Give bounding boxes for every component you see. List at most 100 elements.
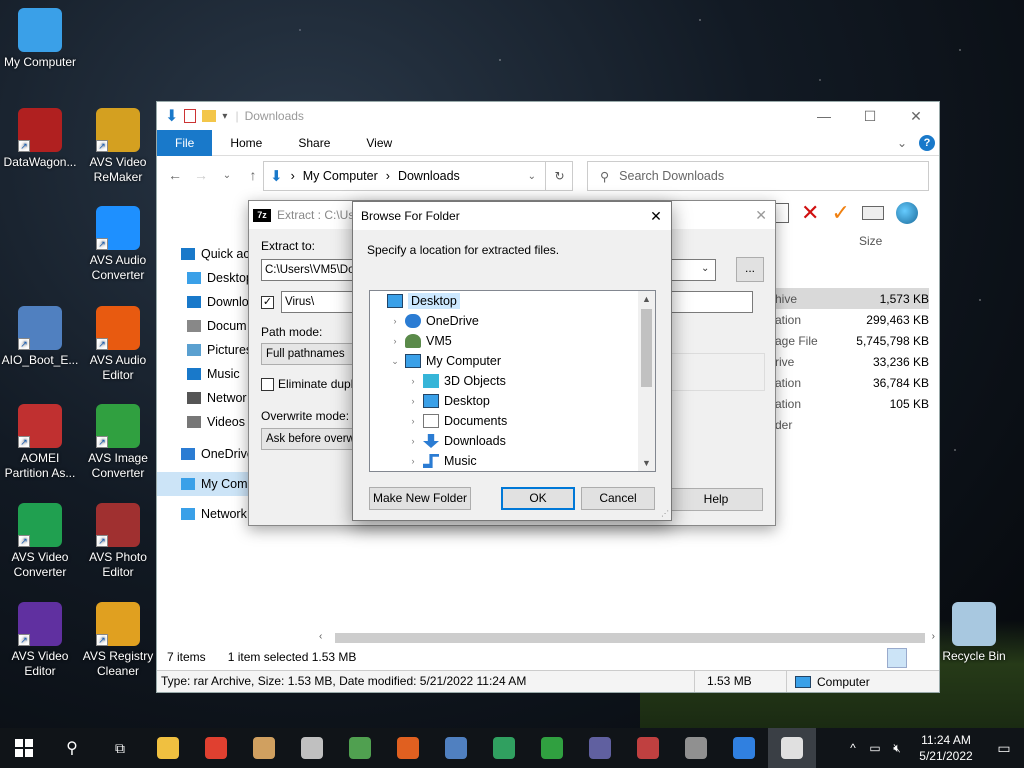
- tree-item[interactable]: › VM5: [370, 331, 638, 351]
- scroll-down-icon[interactable]: ▼: [638, 455, 655, 471]
- table-row[interactable]: ation 105 KB: [767, 393, 929, 414]
- nav-item[interactable]: Downlo: [157, 290, 257, 314]
- taskbar-app[interactable]: [336, 728, 384, 768]
- help-button[interactable]: Help: [669, 488, 763, 511]
- desktop-icon[interactable]: ↗ AOMEI Partition As...: [0, 404, 80, 481]
- column-header-size[interactable]: Size: [859, 234, 882, 248]
- table-row[interactable]: ation 36,784 KB: [767, 372, 929, 393]
- tree-item[interactable]: › Downloads: [370, 431, 638, 451]
- scroll-up-icon[interactable]: ▲: [638, 291, 655, 307]
- nav-item[interactable]: Videos: [157, 410, 257, 434]
- globe-icon[interactable]: [895, 202, 918, 224]
- desktop-icon[interactable]: ↗ AVS Registry Cleaner: [78, 602, 158, 679]
- taskbar-app[interactable]: [144, 728, 192, 768]
- address-root[interactable]: My Computer: [303, 169, 378, 183]
- address-dropdown-icon[interactable]: ⌄: [528, 171, 536, 182]
- nav-item[interactable]: Network: [157, 502, 257, 526]
- tree-expand-icon[interactable]: ›: [408, 416, 418, 426]
- scroll-left-icon[interactable]: ‹: [319, 631, 322, 642]
- expand-ribbon-icon[interactable]: ⌄: [897, 136, 907, 150]
- tray-overflow-icon[interactable]: ^: [842, 741, 864, 755]
- eliminate-duplicates-checkbox[interactable]: [261, 378, 274, 391]
- desktop-icon[interactable]: ↗ AVS Audio Converter: [78, 206, 158, 283]
- details-view-icon[interactable]: [887, 648, 907, 668]
- back-icon[interactable]: ←: [167, 167, 183, 183]
- address-current[interactable]: Downloads: [398, 169, 460, 183]
- minimize-icon[interactable]: —: [801, 102, 847, 130]
- forward-icon[interactable]: →: [193, 167, 209, 183]
- extract-browse-button[interactable]: ...: [736, 257, 764, 282]
- task-view-icon[interactable]: ⧉: [96, 728, 144, 768]
- scrollbar-thumb[interactable]: [335, 633, 925, 643]
- tree-item[interactable]: › Music: [370, 451, 638, 471]
- tree-vertical-scrollbar[interactable]: ▲ ▼: [638, 291, 655, 471]
- search-input[interactable]: ⚲ Search Downloads: [587, 161, 929, 191]
- tree-item[interactable]: › 3D Objects: [370, 371, 638, 391]
- extract-close-icon[interactable]: ✕: [755, 207, 767, 224]
- table-row[interactable]: age File 5,745,798 KB: [767, 330, 929, 351]
- taskbar-app[interactable]: [288, 728, 336, 768]
- info-icon[interactable]: [861, 206, 884, 220]
- tab-file[interactable]: File: [157, 129, 213, 156]
- desktop-icon[interactable]: ↗ AIO_Boot_E...: [0, 306, 80, 368]
- tree-item[interactable]: › OneDrive: [370, 311, 638, 331]
- delete-icon[interactable]: ✕: [801, 200, 819, 226]
- folder-tree[interactable]: Desktop › OneDrive › VM5 ⌄ My Computer › 3D Obje…: [369, 290, 656, 472]
- nav-item[interactable]: Networ: [157, 386, 257, 410]
- close-icon[interactable]: ✕: [893, 102, 939, 130]
- start-button[interactable]: [0, 728, 48, 768]
- overwrite-mode-select[interactable]: Ask before overwri: [261, 428, 353, 450]
- subfolder-checkbox[interactable]: ✓: [261, 296, 274, 309]
- desktop-icon[interactable]: My Computer: [0, 8, 80, 70]
- tree-expand-icon[interactable]: ›: [390, 316, 400, 326]
- scroll-right-icon[interactable]: ›: [932, 631, 935, 642]
- nav-item[interactable]: OneDrive: [157, 442, 257, 466]
- maximize-icon[interactable]: ☐: [847, 102, 893, 130]
- taskbar-app[interactable]: [672, 728, 720, 768]
- taskbar-app[interactable]: [768, 728, 816, 768]
- table-row[interactable]: hive 1,573 KB: [767, 288, 929, 309]
- desktop-icon[interactable]: Recycle Bin: [934, 602, 1014, 664]
- desktop-icon[interactable]: ↗ AVS Video Converter: [0, 503, 80, 580]
- nav-item[interactable]: Desktop: [157, 266, 257, 290]
- down-arrow-icon[interactable]: ⬇: [165, 106, 178, 126]
- tree-expand-icon[interactable]: ›: [408, 376, 418, 386]
- nav-item[interactable]: Quick ac: [157, 242, 257, 266]
- folder-icon[interactable]: [202, 110, 217, 122]
- taskbar-app[interactable]: [240, 728, 288, 768]
- taskbar-app[interactable]: [624, 728, 672, 768]
- desktop-icon[interactable]: ↗ AVS Photo Editor: [78, 503, 158, 580]
- table-row[interactable]: ation 299,463 KB: [767, 309, 929, 330]
- tree-expand-icon[interactable]: ›: [408, 396, 418, 406]
- nav-item[interactable]: Pictures: [157, 338, 257, 362]
- tree-item[interactable]: › Desktop: [370, 391, 638, 411]
- extract-to-dropdown-icon[interactable]: ⌄: [701, 263, 709, 274]
- search-taskbar-icon[interactable]: ⚲: [48, 728, 96, 768]
- desktop-icon[interactable]: ↗ AVS Video Editor: [0, 602, 80, 679]
- tab-home[interactable]: Home: [212, 130, 280, 156]
- network-icon[interactable]: ▭: [864, 741, 886, 755]
- resize-grip-icon[interactable]: ⋰: [661, 509, 669, 518]
- tree-item[interactable]: ⌄ My Computer: [370, 351, 638, 371]
- taskbar-app[interactable]: [192, 728, 240, 768]
- desktop-icon[interactable]: ↗ AVS Audio Editor: [78, 306, 158, 383]
- clock[interactable]: 11:24 AM 5/21/2022: [908, 732, 984, 764]
- cancel-button[interactable]: Cancel: [581, 487, 655, 510]
- tab-view[interactable]: View: [348, 130, 410, 156]
- ok-button[interactable]: OK: [501, 487, 575, 510]
- address-bar[interactable]: ⬇ › My Computer › Downloads ⌄: [263, 161, 573, 191]
- tree-item[interactable]: Desktop: [370, 291, 638, 311]
- nav-item[interactable]: My Com: [157, 472, 257, 496]
- browse-close-icon[interactable]: ✕: [641, 202, 671, 230]
- tree-item[interactable]: › Documents: [370, 411, 638, 431]
- nav-item[interactable]: Music: [157, 362, 257, 386]
- nav-item[interactable]: Docum: [157, 314, 257, 338]
- taskbar-app[interactable]: [480, 728, 528, 768]
- volume-muted-icon[interactable]: 🔇︎: [886, 741, 908, 756]
- tab-share[interactable]: Share: [280, 130, 348, 156]
- up-icon[interactable]: ↑: [245, 167, 261, 183]
- tree-scrollbar-thumb[interactable]: [641, 309, 652, 387]
- taskbar-app[interactable]: [720, 728, 768, 768]
- desktop-icon[interactable]: ↗ DataWagon...: [0, 108, 80, 170]
- path-mode-select[interactable]: Full pathnames: [261, 343, 353, 365]
